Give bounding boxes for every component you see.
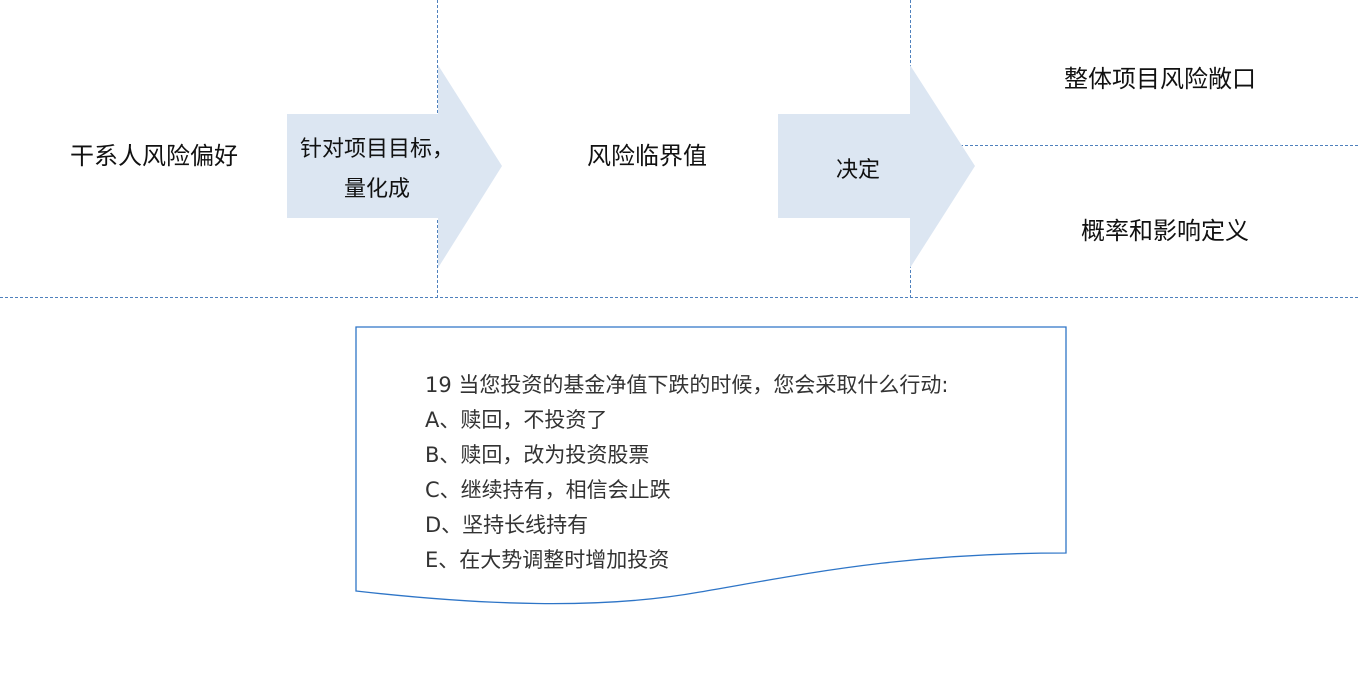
question-option-a: A、赎回，不投资了 bbox=[425, 408, 608, 432]
arrow-determine-label: 决定 bbox=[836, 158, 881, 183]
slide: 干系人风险偏好 针对项目目标， 量化成 风险临界值 决定 整体项目风险敞口 概率… bbox=[0, 0, 1359, 681]
arrow-quantify-line1: 针对项目目标， bbox=[299, 137, 454, 162]
risk-threshold-label: 风险临界值 bbox=[587, 142, 707, 170]
arrow-quantify-label: 针对项目目标， 量化成 bbox=[287, 130, 467, 210]
question-option-b: B、赎回，改为投资股票 bbox=[425, 443, 650, 467]
question-option-c: C、继续持有，相信会止跌 bbox=[425, 478, 671, 502]
diagram-shapes bbox=[0, 0, 1359, 605]
arrow-quantify-line2: 量化成 bbox=[343, 177, 410, 202]
probability-impact-definition-label: 概率和影响定义 bbox=[1081, 217, 1249, 245]
question-option-e: E、在大势调整时增加投资 bbox=[425, 548, 670, 572]
question-option-d: D、坚持长线持有 bbox=[425, 513, 589, 537]
question-title: 19 当您投资的基金净值下跌的时候，您会采取什么行动: bbox=[425, 373, 949, 397]
stakeholder-risk-appetite-label: 干系人风险偏好 bbox=[70, 142, 238, 170]
overall-risk-exposure-label: 整体项目风险敞口 bbox=[1064, 65, 1256, 93]
